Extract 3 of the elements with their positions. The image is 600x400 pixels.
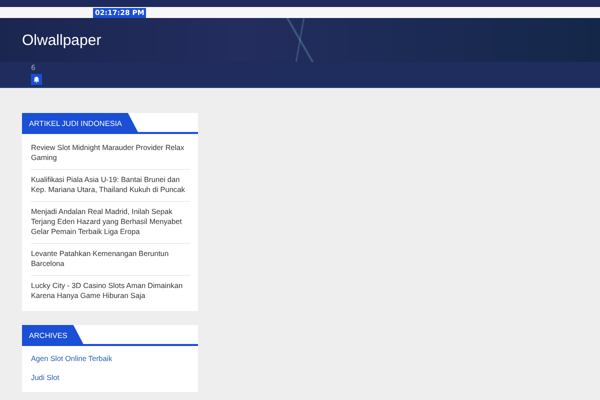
- site-title[interactable]: Olwallpaper: [22, 32, 102, 48]
- notification-button[interactable]: [31, 74, 42, 85]
- bell-icon: [33, 76, 40, 83]
